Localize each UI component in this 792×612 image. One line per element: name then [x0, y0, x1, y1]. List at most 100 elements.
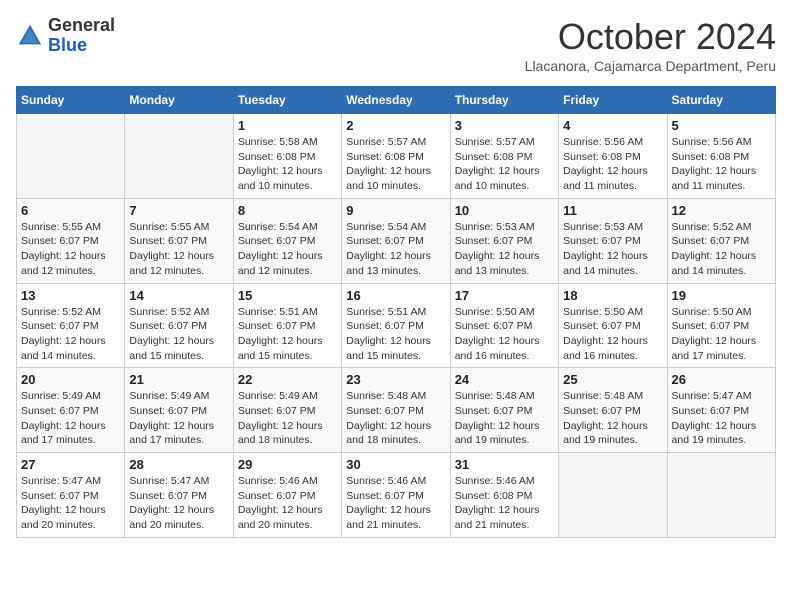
day-number: 7 — [129, 203, 228, 218]
day-info: Sunrise: 5:49 AM Sunset: 6:07 PM Dayligh… — [238, 389, 337, 448]
day-number: 1 — [238, 118, 337, 133]
calendar-cell: 10 Sunrise: 5:53 AM Sunset: 6:07 PM Dayli… — [450, 198, 558, 283]
day-number: 20 — [21, 372, 120, 387]
calendar-cell: 22 Sunrise: 5:49 AM Sunset: 6:07 PM Dayli… — [233, 368, 341, 453]
day-number: 29 — [238, 457, 337, 472]
location-text: Llacanora, Cajamarca Department, Peru — [525, 58, 776, 74]
day-info: Sunrise: 5:49 AM Sunset: 6:07 PM Dayligh… — [129, 389, 228, 448]
weekday-header-tuesday: Tuesday — [233, 87, 341, 114]
day-number: 9 — [346, 203, 445, 218]
weekday-header-monday: Monday — [125, 87, 233, 114]
calendar-table: SundayMondayTuesdayWednesdayThursdayFrid… — [16, 86, 776, 538]
day-number: 4 — [563, 118, 662, 133]
day-info: Sunrise: 5:50 AM Sunset: 6:07 PM Dayligh… — [563, 305, 662, 364]
day-info: Sunrise: 5:52 AM Sunset: 6:07 PM Dayligh… — [129, 305, 228, 364]
day-info: Sunrise: 5:54 AM Sunset: 6:07 PM Dayligh… — [238, 220, 337, 279]
day-info: Sunrise: 5:53 AM Sunset: 6:07 PM Dayligh… — [455, 220, 554, 279]
calendar-cell: 18 Sunrise: 5:50 AM Sunset: 6:07 PM Dayli… — [559, 283, 667, 368]
calendar-cell: 15 Sunrise: 5:51 AM Sunset: 6:07 PM Dayli… — [233, 283, 341, 368]
weekday-header-saturday: Saturday — [667, 87, 775, 114]
calendar-cell: 8 Sunrise: 5:54 AM Sunset: 6:07 PM Daylig… — [233, 198, 341, 283]
calendar-cell: 12 Sunrise: 5:52 AM Sunset: 6:07 PM Dayli… — [667, 198, 775, 283]
day-info: Sunrise: 5:50 AM Sunset: 6:07 PM Dayligh… — [455, 305, 554, 364]
day-info: Sunrise: 5:48 AM Sunset: 6:07 PM Dayligh… — [346, 389, 445, 448]
day-number: 25 — [563, 372, 662, 387]
calendar-cell: 2 Sunrise: 5:57 AM Sunset: 6:08 PM Daylig… — [342, 114, 450, 199]
calendar-cell: 1 Sunrise: 5:58 AM Sunset: 6:08 PM Daylig… — [233, 114, 341, 199]
page-header: General Blue October 2024 Llacanora, Caj… — [16, 16, 776, 74]
day-info: Sunrise: 5:51 AM Sunset: 6:07 PM Dayligh… — [346, 305, 445, 364]
day-number: 24 — [455, 372, 554, 387]
day-info: Sunrise: 5:53 AM Sunset: 6:07 PM Dayligh… — [563, 220, 662, 279]
day-info: Sunrise: 5:57 AM Sunset: 6:08 PM Dayligh… — [346, 135, 445, 194]
month-title: October 2024 — [525, 16, 776, 58]
calendar-cell: 24Sunrise: 5:48 AM Sunset: 6:07 PM Dayli… — [450, 368, 558, 453]
calendar-cell — [125, 114, 233, 199]
day-info: Sunrise: 5:52 AM Sunset: 6:07 PM Dayligh… — [672, 220, 771, 279]
calendar-cell: 6 Sunrise: 5:55 AM Sunset: 6:07 PM Daylig… — [17, 198, 125, 283]
calendar-cell: 25 Sunrise: 5:48 AM Sunset: 6:07 PM Dayli… — [559, 368, 667, 453]
day-number: 26 — [672, 372, 771, 387]
day-number: 5 — [672, 118, 771, 133]
calendar-cell: 20 Sunrise: 5:49 AM Sunset: 6:07 PM Dayli… — [17, 368, 125, 453]
day-number: 28 — [129, 457, 228, 472]
day-number: 18 — [563, 288, 662, 303]
day-info: Sunrise: 5:55 AM Sunset: 6:07 PM Dayligh… — [21, 220, 120, 279]
calendar-cell: 11 Sunrise: 5:53 AM Sunset: 6:07 PM Dayli… — [559, 198, 667, 283]
calendar-cell: 13Sunrise: 5:52 AM Sunset: 6:07 PM Dayli… — [17, 283, 125, 368]
logo-general-text: General — [48, 15, 115, 35]
day-info: Sunrise: 5:49 AM Sunset: 6:07 PM Dayligh… — [21, 389, 120, 448]
calendar-cell: 16 Sunrise: 5:51 AM Sunset: 6:07 PM Dayli… — [342, 283, 450, 368]
calendar-cell: 4Sunrise: 5:56 AM Sunset: 6:08 PM Daylig… — [559, 114, 667, 199]
day-number: 23 — [346, 372, 445, 387]
day-number: 10 — [455, 203, 554, 218]
day-info: Sunrise: 5:56 AM Sunset: 6:08 PM Dayligh… — [672, 135, 771, 194]
day-info: Sunrise: 5:51 AM Sunset: 6:07 PM Dayligh… — [238, 305, 337, 364]
day-number: 30 — [346, 457, 445, 472]
weekday-header-sunday: Sunday — [17, 87, 125, 114]
calendar-cell: 19Sunrise: 5:50 AM Sunset: 6:07 PM Dayli… — [667, 283, 775, 368]
calendar-week-row: 6 Sunrise: 5:55 AM Sunset: 6:07 PM Daylig… — [17, 198, 776, 283]
title-block: October 2024 Llacanora, Cajamarca Depart… — [525, 16, 776, 74]
day-number: 17 — [455, 288, 554, 303]
day-info: Sunrise: 5:46 AM Sunset: 6:07 PM Dayligh… — [346, 474, 445, 533]
day-number: 16 — [346, 288, 445, 303]
calendar-cell: 9 Sunrise: 5:54 AM Sunset: 6:07 PM Daylig… — [342, 198, 450, 283]
weekday-header-wednesday: Wednesday — [342, 87, 450, 114]
calendar-cell: 31 Sunrise: 5:46 AM Sunset: 6:08 PM Dayli… — [450, 453, 558, 538]
calendar-cell: 5 Sunrise: 5:56 AM Sunset: 6:08 PM Daylig… — [667, 114, 775, 199]
day-number: 27 — [21, 457, 120, 472]
calendar-cell: 27 Sunrise: 5:47 AM Sunset: 6:07 PM Dayli… — [17, 453, 125, 538]
day-info: Sunrise: 5:47 AM Sunset: 6:07 PM Dayligh… — [129, 474, 228, 533]
day-number: 15 — [238, 288, 337, 303]
day-info: Sunrise: 5:54 AM Sunset: 6:07 PM Dayligh… — [346, 220, 445, 279]
calendar-header: SundayMondayTuesdayWednesdayThursdayFrid… — [17, 87, 776, 114]
day-info: Sunrise: 5:55 AM Sunset: 6:07 PM Dayligh… — [129, 220, 228, 279]
day-number: 19 — [672, 288, 771, 303]
day-number: 14 — [129, 288, 228, 303]
calendar-cell: 14 Sunrise: 5:52 AM Sunset: 6:07 PM Dayli… — [125, 283, 233, 368]
day-number: 2 — [346, 118, 445, 133]
day-number: 3 — [455, 118, 554, 133]
day-info: Sunrise: 5:48 AM Sunset: 6:07 PM Dayligh… — [563, 389, 662, 448]
calendar-week-row: 1 Sunrise: 5:58 AM Sunset: 6:08 PM Daylig… — [17, 114, 776, 199]
day-number: 11 — [563, 203, 662, 218]
day-number: 8 — [238, 203, 337, 218]
day-info: Sunrise: 5:47 AM Sunset: 6:07 PM Dayligh… — [21, 474, 120, 533]
calendar-cell: 28 Sunrise: 5:47 AM Sunset: 6:07 PM Dayli… — [125, 453, 233, 538]
calendar-week-row: 13 Sunrise: 5:52 AM Sunset: 6:07 PM Dayli… — [17, 283, 776, 368]
day-number: 6 — [21, 203, 120, 218]
calendar-cell: 7 Sunrise: 5:55 AM Sunset: 6:07 PM Daylig… — [125, 198, 233, 283]
day-info: Sunrise: 5:46 AM Sunset: 6:08 PM Dayligh… — [455, 474, 554, 533]
day-info: Sunrise: 5:46 AM Sunset: 6:07 PM Dayligh… — [238, 474, 337, 533]
day-number: 13 — [21, 288, 120, 303]
day-number: 21 — [129, 372, 228, 387]
day-number: 12 — [672, 203, 771, 218]
day-number: 31 — [455, 457, 554, 472]
weekday-header-friday: Friday — [559, 87, 667, 114]
day-number: 22 — [238, 372, 337, 387]
logo-icon — [16, 22, 44, 50]
day-info: Sunrise: 5:58 AM Sunset: 6:08 PM Dayligh… — [238, 135, 337, 194]
weekday-header-thursday: Thursday — [450, 87, 558, 114]
day-info: Sunrise: 5:57 AM Sunset: 6:08 PM Dayligh… — [455, 135, 554, 194]
